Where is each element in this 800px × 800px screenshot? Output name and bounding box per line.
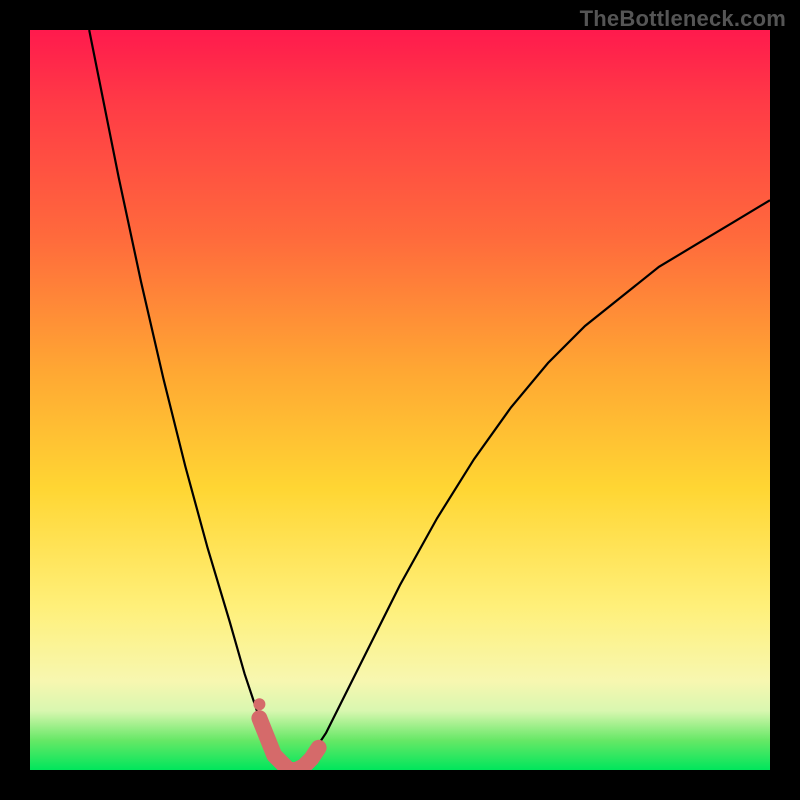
minimum-marker — [253, 698, 318, 770]
minimum-marker-path — [259, 718, 318, 770]
watermark-text: TheBottleneck.com — [580, 6, 786, 32]
chart-frame: TheBottleneck.com — [0, 0, 800, 800]
minimum-marker-dot — [253, 698, 265, 710]
curve-overlay — [30, 30, 770, 770]
bottleneck-curve — [89, 30, 770, 770]
plot-area — [30, 30, 770, 770]
